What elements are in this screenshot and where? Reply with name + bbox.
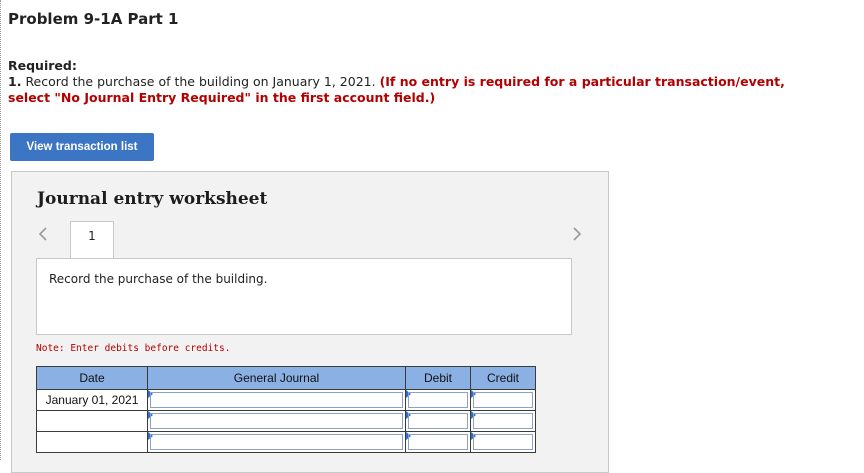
account-field[interactable]	[147, 410, 406, 432]
journal-table: Date General Journal Debit Credit Januar…	[36, 366, 536, 453]
debit-input[interactable]	[408, 392, 468, 408]
account-field[interactable]	[147, 389, 406, 411]
debit-field[interactable]	[405, 431, 471, 453]
credit-field[interactable]	[470, 410, 536, 432]
account-input[interactable]	[150, 434, 403, 450]
account-field[interactable]	[147, 431, 406, 453]
debit-field[interactable]	[405, 389, 471, 411]
column-header-credit: Credit	[470, 366, 536, 390]
instruction-body: Record the purchase of the building on J…	[25, 74, 376, 89]
chevron-left-icon[interactable]	[38, 227, 48, 245]
worksheet-title: Journal entry worksheet	[37, 189, 268, 209]
column-header-general-journal: General Journal	[147, 366, 406, 390]
account-input[interactable]	[150, 413, 403, 429]
date-cell	[36, 431, 148, 453]
instruction-number: 1.	[8, 74, 22, 89]
credit-input[interactable]	[473, 413, 533, 429]
page-border	[0, 0, 2, 460]
credit-field[interactable]	[470, 431, 536, 453]
transaction-description-box: Record the purchase of the building.	[36, 258, 572, 335]
date-cell	[36, 410, 148, 432]
table-row	[36, 410, 536, 432]
table-row	[36, 431, 536, 453]
table-row: January 01, 2021	[36, 389, 536, 411]
credit-input[interactable]	[473, 434, 533, 450]
credit-field[interactable]	[470, 389, 536, 411]
transaction-description: Record the purchase of the building.	[49, 272, 268, 286]
chevron-right-icon[interactable]	[572, 227, 582, 245]
debit-field[interactable]	[405, 410, 471, 432]
debit-credit-note: Note: Enter debits before credits.	[36, 343, 231, 354]
view-transaction-list-button[interactable]: View transaction list	[10, 133, 154, 161]
required-label: Required:	[8, 58, 77, 73]
tab-entry-1[interactable]: 1	[70, 221, 114, 260]
credit-input[interactable]	[473, 392, 533, 408]
instruction-text: 1. Record the purchase of the building o…	[8, 74, 828, 106]
page-title: Problem 9-1A Part 1	[8, 10, 179, 28]
journal-entry-worksheet: Journal entry worksheet 1 Record the pur…	[11, 171, 609, 473]
column-header-date: Date	[36, 366, 148, 390]
account-input[interactable]	[150, 392, 403, 408]
debit-input[interactable]	[408, 434, 468, 450]
column-header-debit: Debit	[405, 366, 471, 390]
debit-input[interactable]	[408, 413, 468, 429]
date-cell: January 01, 2021	[36, 389, 148, 411]
